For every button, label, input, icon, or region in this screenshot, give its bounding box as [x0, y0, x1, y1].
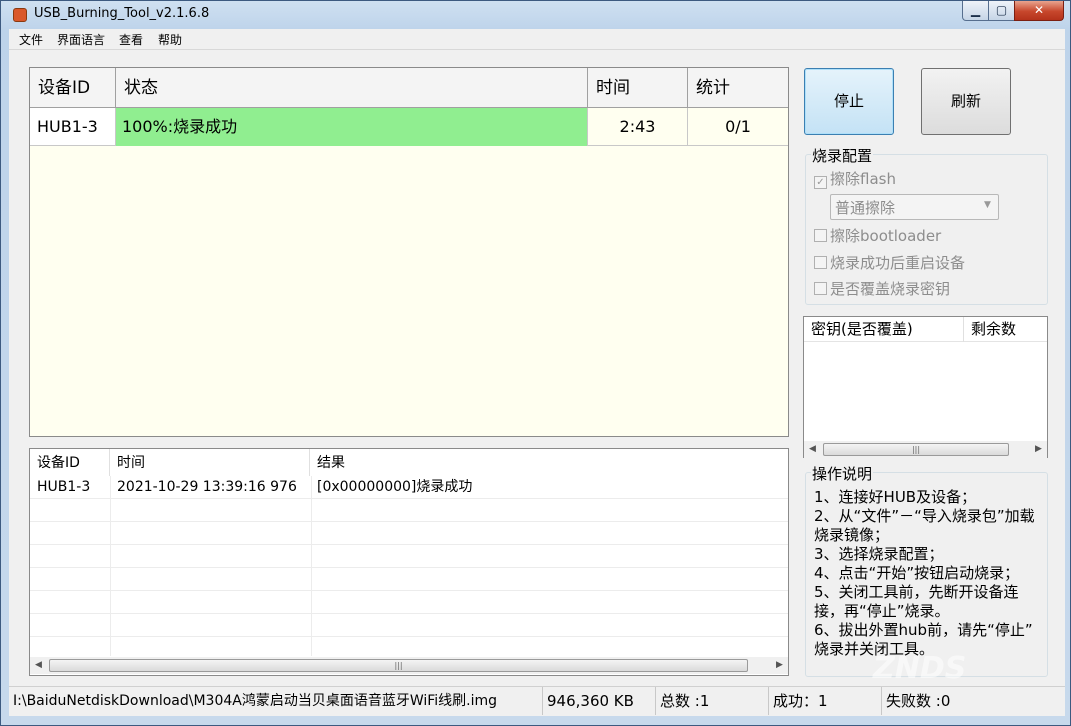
- scroll-left-icon[interactable]: ◀: [30, 657, 47, 674]
- instructions-text: 1、连接好HUB及设备； 2、从“文件”－“导入烧录包”加载 烧录镜像； 3、选…: [814, 488, 1046, 659]
- col-key[interactable]: 密钥(是否覆盖): [804, 317, 964, 342]
- device-id-cell: HUB1-3: [30, 108, 116, 146]
- log-col-device-id[interactable]: 设备ID: [30, 449, 110, 476]
- col-device-id[interactable]: 设备ID: [30, 68, 116, 108]
- overwrite-key-label: 是否覆盖烧录密钥: [830, 280, 951, 298]
- log-row-empty: [30, 545, 788, 568]
- status-path: I:\BaiduNetdiskDownload\M304A鸿蒙启动当贝桌面语音蓝…: [9, 687, 543, 715]
- col-stats[interactable]: 统计: [688, 68, 788, 108]
- scroll-thumb[interactable]: |||: [49, 659, 748, 672]
- key-list-horizontal-scrollbar[interactable]: ◀ ||| ▶: [804, 441, 1047, 458]
- overwrite-key-checkbox[interactable]: 是否覆盖烧录密钥: [814, 278, 950, 299]
- refresh-button[interactable]: 刷新: [921, 68, 1011, 135]
- scroll-thumb[interactable]: |||: [823, 443, 1009, 456]
- title-bar[interactable]: USB_Burning_Tool_v2.1.6.8 ▁ ▢ ✕: [1, 1, 1070, 29]
- erase-bootloader-checkbox[interactable]: 擦除bootloader: [814, 225, 941, 246]
- status-bar: I:\BaiduNetdiskDownload\M304A鸿蒙启动当贝桌面语音蓝…: [9, 686, 1065, 715]
- app-icon: [13, 8, 27, 22]
- log-horizontal-scrollbar[interactable]: ◀ ||| ▶: [30, 657, 788, 674]
- instructions-title: 操作说明: [811, 463, 874, 484]
- stats-cell: 0/1: [688, 108, 788, 146]
- window-title: USB_Burning_Tool_v2.1.6.8: [34, 6, 210, 21]
- log-row-empty: [30, 568, 788, 591]
- col-time[interactable]: 时间: [588, 68, 688, 108]
- chevron-down-icon: ▼: [984, 200, 991, 210]
- col-remaining[interactable]: 剩余数: [964, 317, 1047, 342]
- maximize-button[interactable]: ▢: [988, 1, 1015, 21]
- erase-flash-label: 擦除flash: [830, 170, 896, 188]
- close-button[interactable]: ✕: [1014, 1, 1064, 21]
- instruction-line: 2、从“文件”－“导入烧录包”加载: [814, 507, 1035, 525]
- watermark-logo: ZNDS: [873, 651, 967, 686]
- status-cell: 100%:烧录成功: [116, 108, 588, 146]
- log-col-result[interactable]: 结果: [310, 449, 788, 476]
- erase-mode-select[interactable]: 普通擦除 ▼: [830, 194, 999, 220]
- burn-config-title: 烧录配置: [811, 145, 874, 166]
- status-failed: 失败数 :0: [886, 692, 951, 710]
- device-row[interactable]: HUB1-3 100%:烧录成功 2:43 0/1: [30, 108, 788, 147]
- scroll-right-icon[interactable]: ▶: [1030, 441, 1047, 458]
- instruction-line: 3、选择烧录配置；: [814, 545, 944, 563]
- log-device-id: HUB1-3: [37, 479, 91, 495]
- checkbox-checked-icon: ✓: [814, 176, 827, 189]
- time-cell: 2:43: [588, 108, 688, 146]
- scroll-right-icon[interactable]: ▶: [771, 657, 788, 674]
- status-size: 946,360 KB: [543, 687, 656, 715]
- log-result: [0x00000000]烧录成功: [317, 479, 473, 495]
- instruction-line: 烧录镜像；: [814, 526, 890, 544]
- status-text: 100%:烧录成功: [122, 117, 238, 136]
- menu-view[interactable]: 查看: [115, 31, 147, 48]
- log-row-empty: [30, 614, 788, 637]
- app-window: USB_Burning_Tool_v2.1.6.8 ▁ ▢ ✕ 文件 界面语言 …: [0, 0, 1071, 726]
- status-success: 成功：1: [769, 687, 882, 715]
- log-col-time[interactable]: 时间: [110, 449, 310, 476]
- log-list[interactable]: 设备ID 时间 结果 HUB1-3 2021-10-29 13:39:16 97…: [29, 448, 789, 676]
- menu-language[interactable]: 界面语言: [53, 31, 109, 48]
- checkbox-icon: [814, 282, 827, 295]
- log-row-empty: [30, 499, 788, 522]
- log-time: 2021-10-29 13:39:16 976: [117, 479, 297, 495]
- minimize-button[interactable]: ▁: [962, 1, 989, 21]
- instruction-line: 1、连接好HUB及设备；: [814, 488, 977, 506]
- device-grid-header: 设备ID 状态 时间 统计: [30, 68, 788, 108]
- instruction-line: 4、点击“开始”按钮启动烧录；: [814, 564, 1020, 582]
- reboot-after-checkbox[interactable]: 烧录成功后重启设备: [814, 252, 965, 273]
- device-grid[interactable]: 设备ID 状态 时间 统计 HUB1-3 100%:烧录成功 2:43 0/1: [29, 67, 789, 437]
- reboot-after-label: 烧录成功后重启设备: [830, 254, 966, 272]
- erase-bootloader-label: 擦除bootloader: [830, 227, 942, 245]
- key-list[interactable]: 密钥(是否覆盖) 剩余数 ◀ ||| ▶: [803, 316, 1048, 458]
- key-list-header: 密钥(是否覆盖) 剩余数: [804, 317, 1047, 342]
- erase-mode-value: 普通擦除: [835, 199, 896, 217]
- menu-bar: 文件 界面语言 查看 帮助: [9, 29, 1065, 50]
- log-row-empty: [30, 522, 788, 545]
- menu-file[interactable]: 文件: [15, 31, 47, 48]
- scroll-left-icon[interactable]: ◀: [804, 441, 821, 458]
- col-status[interactable]: 状态: [116, 68, 588, 108]
- stop-button[interactable]: 停止: [804, 68, 894, 135]
- erase-flash-checkbox[interactable]: ✓ 擦除flash: [814, 168, 896, 189]
- log-row[interactable]: HUB1-3 2021-10-29 13:39:16 976 [0x000000…: [30, 476, 788, 499]
- checkbox-icon: [814, 229, 827, 242]
- checkbox-icon: [814, 256, 827, 269]
- instruction-line: 接，再“停止”烧录。: [814, 602, 950, 620]
- instruction-line: 6、拔出外置hub前，请先“停止”: [814, 621, 1033, 639]
- menu-help[interactable]: 帮助: [154, 31, 186, 48]
- log-row-empty: [30, 591, 788, 614]
- instruction-line: 5、关闭工具前，先断开设备连: [814, 583, 1019, 601]
- status-total: 总数 :1: [656, 687, 769, 715]
